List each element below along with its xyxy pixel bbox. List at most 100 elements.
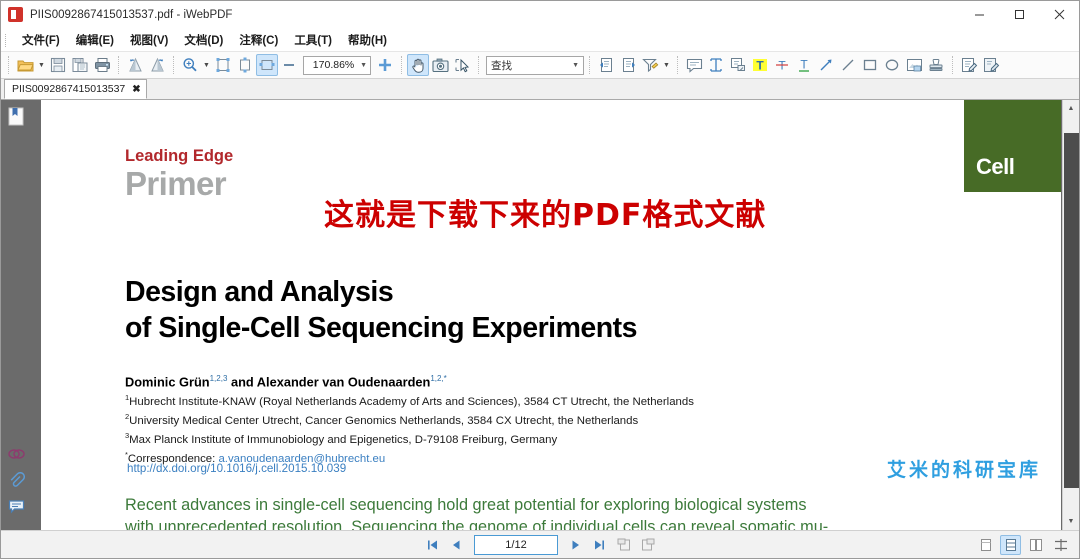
chevron-down-icon[interactable]: ▼ [572,62,579,69]
zoom-dropdown-icon[interactable]: ▼ [201,54,212,76]
author-join: and [227,374,256,389]
vertical-scrollbar[interactable]: ▲ ▼ [1062,100,1079,530]
navigation-sidebar [1,100,31,530]
arrow-icon[interactable] [815,54,837,76]
affiliations-block: 1Hubrecht Institute-KNAW (Royal Netherla… [125,392,694,469]
zoom-level-value: 170.86% [307,59,360,71]
print-icon[interactable] [91,54,113,76]
underline-icon[interactable]: T [793,54,815,76]
fit-page-icon[interactable] [212,54,234,76]
save-icon[interactable] [47,54,69,76]
rotate-left-icon[interactable] [124,54,146,76]
menu-bar: 文件(F) 编辑(E) 视图(V) 文档(D) 注释(C) 工具(T) 帮助(H… [1,29,1079,51]
pdf-app-icon [8,7,23,22]
page-navigation: 1/12 [1,535,1079,555]
close-icon[interactable]: ✖ [132,84,140,95]
two-page-continuous-icon[interactable] [1050,535,1071,555]
document-tab[interactable]: PIIS0092867415013537 ✖ [4,79,147,99]
document-tab-strip: PIIS0092867415013537 ✖ [1,79,1079,100]
menu-document[interactable]: 文档(D) [176,30,231,50]
minimize-button[interactable] [959,1,999,29]
menu-view[interactable]: 视图(V) [122,30,176,50]
author-1-name: Dominic Grün [125,374,210,389]
maximize-button[interactable] [999,1,1039,29]
doi-link[interactable]: http://dx.doi.org/10.1016/j.cell.2015.10… [127,462,346,475]
author-1-affiliation-marks: 1,2,3 [210,374,228,383]
first-page-icon[interactable] [423,535,442,554]
links-panel-icon[interactable] [4,442,28,466]
highlight-fill-icon[interactable] [639,54,661,76]
two-page-icon[interactable] [1025,535,1046,555]
fit-width-icon[interactable] [256,54,278,76]
sticky-note-icon[interactable] [683,54,705,76]
hand-tool-icon[interactable] [407,54,429,76]
menu-comment[interactable]: 注释(C) [231,30,286,50]
menu-tools[interactable]: 工具(T) [286,30,340,50]
abstract-line-2: with unprecedented resolution. Sequencin… [125,516,975,530]
image-stamp-icon[interactable] [903,54,925,76]
select-tool-icon[interactable] [451,54,473,76]
rectangle-icon[interactable] [859,54,881,76]
menu-grip [5,34,10,47]
chevron-down-icon[interactable]: ▼ [360,62,367,69]
text-highlight-icon[interactable]: T [749,54,771,76]
scroll-up-icon[interactable]: ▲ [1063,100,1080,117]
paper-title: Design and Analysis of Single-Cell Seque… [125,274,637,347]
strikethrough-icon[interactable]: T [771,54,793,76]
close-button[interactable] [1039,1,1079,29]
window-controls [959,1,1079,29]
toolbar-separator [478,56,479,74]
previous-view-page-icon[interactable] [614,535,633,554]
next-view-page-icon[interactable] [638,535,657,554]
journal-logo: Cell [964,100,1061,192]
menu-file[interactable]: 文件(F) [14,30,68,50]
fit-height-icon[interactable] [234,54,256,76]
prev-page-icon[interactable] [447,535,466,554]
scrollbar-track[interactable] [1063,117,1080,513]
text-edit-icon[interactable] [705,54,727,76]
stamp-icon[interactable] [925,54,947,76]
document-tab-label: PIIS0092867415013537 [12,83,125,95]
view-mode-group [975,535,1071,555]
highlight-dropdown-icon[interactable]: ▼ [661,54,672,76]
menu-help[interactable]: 帮助(H) [340,30,395,50]
comments-panel-icon[interactable] [4,494,28,518]
find-input-value: 查找 [491,58,572,73]
watermark-text: 艾米的科研宝库 [887,455,1041,482]
zoom-in-icon[interactable] [179,54,201,76]
menu-edit[interactable]: 编辑(E) [68,30,122,50]
scrollbar-thumb[interactable] [1064,133,1079,488]
open-file-dropdown-icon[interactable]: ▼ [36,54,47,76]
save-as-icon[interactable] [69,54,91,76]
next-view-icon[interactable] [617,54,639,76]
zoom-level-input[interactable]: 170.86% ▼ [303,56,371,75]
pdf-page: Cell Leading Edge Primer 这就是下载下来的PDF格式文献… [41,100,1061,530]
actual-size-icon[interactable] [278,54,300,76]
single-page-icon[interactable] [975,535,996,555]
document-viewport[interactable]: Cell Leading Edge Primer 这就是下载下来的PDF格式文献… [31,100,1062,530]
page-number-input[interactable]: 1/12 [474,535,558,555]
toolbar-separator [8,56,9,74]
sign-icon[interactable] [958,54,980,76]
prev-view-icon[interactable] [595,54,617,76]
snapshot-icon[interactable] [429,54,451,76]
rotate-right-icon[interactable] [146,54,168,76]
line-icon[interactable] [837,54,859,76]
paper-title-line2: of Single-Cell Sequencing Experiments [125,310,637,346]
find-input[interactable]: 查找 ▼ [486,56,584,75]
last-page-icon[interactable] [590,535,609,554]
bookmarks-panel-icon[interactable] [4,104,28,128]
attachments-panel-icon[interactable] [4,468,28,492]
section-kicker: Leading Edge [125,147,233,166]
ellipse-icon[interactable] [881,54,903,76]
continuous-page-icon[interactable] [1000,535,1021,555]
text-replace-icon[interactable] [727,54,749,76]
zoom-add-icon[interactable] [374,54,396,76]
edit-form-icon[interactable] [980,54,1002,76]
affiliation-3-text: Max Planck Institute of Immunobiology an… [129,434,557,446]
next-page-icon[interactable] [566,535,585,554]
toolbar-separator [173,56,174,74]
affiliation-1: 1Hubrecht Institute-KNAW (Royal Netherla… [125,392,694,411]
open-file-icon[interactable] [14,54,36,76]
scroll-down-icon[interactable]: ▼ [1063,513,1080,530]
